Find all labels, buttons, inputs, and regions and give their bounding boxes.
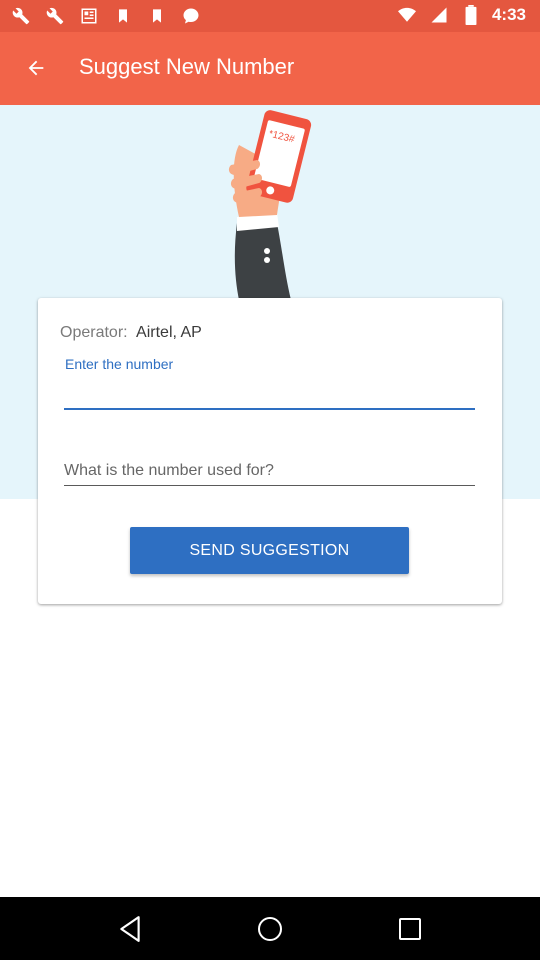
signal-icon — [428, 4, 450, 26]
send-suggestion-button[interactable]: SEND SUGGESTION — [130, 527, 409, 574]
number-field-label: Enter the number — [65, 356, 174, 372]
operator-label: Operator: — [60, 324, 128, 341]
navigation-bar — [0, 897, 540, 960]
app-bar: Suggest New Number — [0, 32, 540, 105]
recents-icon — [399, 917, 421, 940]
nav-back-button[interactable] — [110, 909, 150, 949]
nav-recents-button[interactable] — [390, 909, 430, 949]
operator-value: Airtel, AP — [136, 324, 202, 341]
phone-in-hand-illustration: *123# — [228, 110, 312, 300]
chat-icon — [180, 5, 202, 27]
status-bar: 4:33 — [0, 0, 540, 32]
bookmark-icon — [146, 5, 168, 27]
wrench-icon — [44, 5, 66, 27]
nav-home-button[interactable] — [250, 909, 290, 949]
wifi-icon — [396, 4, 418, 26]
back-button[interactable] — [14, 46, 58, 90]
page-title: Suggest New Number — [79, 54, 295, 79]
status-time: 4:33 — [491, 5, 526, 24]
operator-row: Operator: Airtel, AP — [60, 324, 202, 342]
suggestion-form-card: Operator: Airtel, AP Enter the number SE… — [38, 298, 502, 604]
notification-icons — [10, 5, 202, 27]
number-input[interactable] — [64, 380, 475, 410]
back-icon — [120, 915, 140, 942]
news-icon — [78, 5, 100, 27]
bookmark-icon — [112, 5, 134, 27]
usage-input[interactable] — [64, 456, 475, 486]
battery-icon — [460, 4, 482, 26]
arrow-left-icon — [28, 60, 44, 76]
home-icon — [258, 916, 282, 941]
wrench-icon — [10, 5, 32, 27]
system-icons: 4:33 — [396, 4, 526, 26]
